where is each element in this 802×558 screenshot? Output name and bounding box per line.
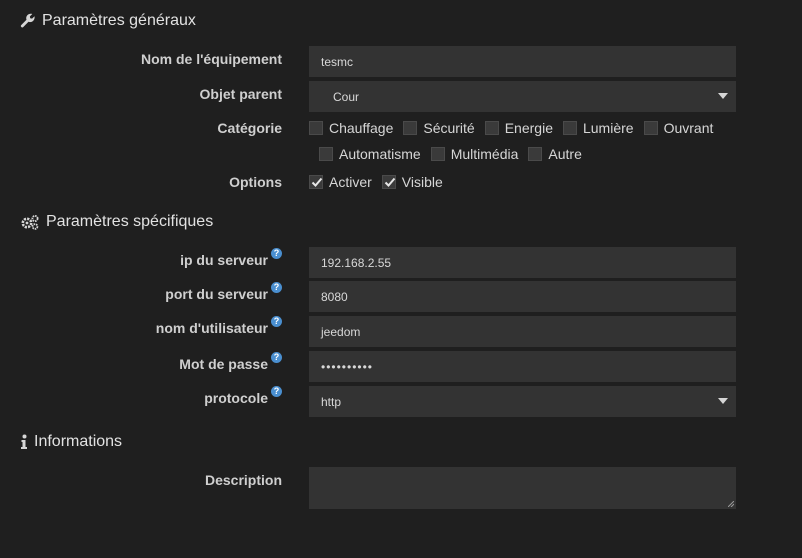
password-label-text: Mot de passe [179, 356, 268, 372]
chevron-down-icon [718, 93, 728, 99]
protocol-value: http [321, 394, 342, 409]
option-label-text: Visible [401, 174, 443, 190]
checkbox-box[interactable] [309, 121, 323, 135]
password-input[interactable]: •••••••••• [309, 351, 736, 382]
help-icon[interactable]: ? [271, 248, 282, 259]
help-icon[interactable]: ? [271, 352, 282, 363]
category-label-text: Ouvrant [663, 120, 714, 136]
category-ouvrant-checkbox[interactable]: Ouvrant [643, 120, 714, 136]
check-icon [311, 177, 323, 187]
checkbox-box[interactable] [381, 175, 396, 189]
category-row-2: Automatisme Multimédia Autre [319, 146, 592, 162]
options-label: Options [229, 174, 282, 190]
checkbox-box[interactable] [430, 147, 445, 161]
check-icon [384, 177, 396, 187]
help-icon[interactable]: ? [271, 282, 282, 293]
checkbox-box[interactable] [643, 121, 658, 135]
specific-title-text: Paramètres spécifiques [46, 213, 214, 230]
description-textarea[interactable] [309, 467, 736, 509]
checkbox-box[interactable] [528, 147, 543, 161]
category-label-text: Autre [548, 146, 582, 162]
username-label-text: nom d'utilisateur [155, 320, 268, 336]
category-label-text: Multimédia [450, 146, 519, 162]
category-chauffage-checkbox[interactable]: Chauffage [309, 120, 393, 136]
option-visible-checkbox[interactable]: Visible [381, 174, 443, 190]
parent-object-value: Cour [333, 89, 360, 104]
server-ip-label-text: ip du serveur [180, 252, 268, 268]
category-label-text: Chauffage [329, 120, 394, 136]
category-multimedia-checkbox[interactable]: Multimédia [430, 146, 519, 162]
checkbox-box[interactable] [484, 121, 499, 135]
category-securite-checkbox[interactable]: Sécurité [403, 120, 475, 136]
password-label: Mot de passe ? [179, 352, 282, 372]
general-section-title: Paramètres généraux [20, 9, 196, 33]
checkbox-box[interactable] [309, 175, 323, 189]
username-input[interactable]: jeedom [309, 316, 736, 347]
parent-object-label: Objet parent [199, 86, 282, 102]
checkbox-box[interactable] [319, 147, 333, 161]
category-lumiere-checkbox[interactable]: Lumière [562, 120, 634, 136]
category-label: Catégorie [217, 120, 282, 136]
protocol-label: protocole ? [204, 386, 282, 406]
server-ip-input[interactable]: 192.168.2.55 [309, 247, 736, 278]
category-autre-checkbox[interactable]: Autre [528, 146, 582, 162]
protocol-label-text: protocole [204, 390, 268, 406]
server-port-label-text: port du serveur [165, 286, 268, 302]
general-title-text: Paramètres généraux [42, 12, 196, 29]
option-label-text: Activer [329, 174, 372, 190]
help-icon[interactable]: ? [271, 386, 282, 397]
category-label-text: Energie [504, 120, 553, 136]
specific-section-title: Paramètres spécifiques [20, 210, 213, 234]
checkbox-box[interactable] [562, 121, 577, 135]
category-label-text: Automatisme [339, 146, 421, 162]
help-icon[interactable]: ? [271, 316, 282, 327]
resize-handle-icon[interactable] [728, 501, 734, 507]
options-row: Activer Visible [309, 174, 453, 190]
username-label: nom d'utilisateur ? [155, 316, 282, 336]
checkbox-box[interactable] [403, 121, 418, 135]
option-activer-checkbox[interactable]: Activer [309, 174, 372, 190]
category-row-1: Chauffage Sécurité Energie Lumière Ouvra… [309, 120, 723, 136]
info-icon [20, 434, 28, 450]
category-label-text: Lumière [582, 120, 634, 136]
parent-object-select[interactable]: Cour [309, 81, 736, 112]
category-automatisme-checkbox[interactable]: Automatisme [319, 146, 421, 162]
category-energie-checkbox[interactable]: Energie [484, 120, 553, 136]
equipment-name-input[interactable]: tesmc [309, 46, 736, 77]
wrench-icon [20, 13, 36, 29]
category-label-text: Sécurité [423, 120, 475, 136]
cogs-icon [20, 214, 40, 230]
chevron-down-icon [718, 398, 728, 404]
info-section-title: Informations [20, 430, 122, 454]
info-title-text: Informations [34, 433, 123, 450]
protocol-select[interactable]: http [309, 386, 736, 417]
server-port-label: port du serveur ? [165, 282, 282, 302]
equipment-name-label: Nom de l'équipement [140, 51, 282, 67]
server-ip-label: ip du serveur ? [180, 248, 282, 268]
server-port-input[interactable]: 8080 [309, 281, 736, 312]
description-label: Description [204, 472, 282, 488]
